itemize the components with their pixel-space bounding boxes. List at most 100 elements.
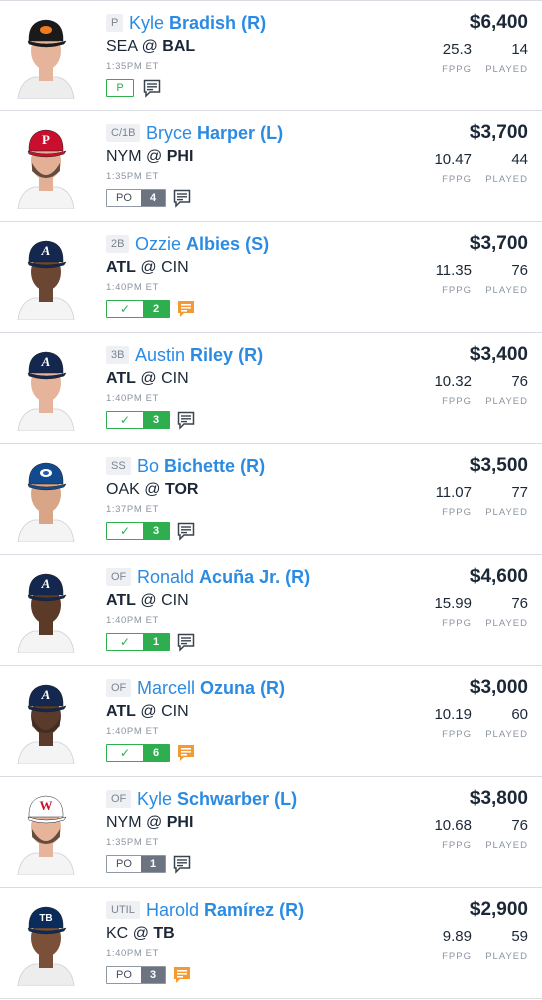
batting-order-label: PO <box>116 192 132 204</box>
player-notes-icon[interactable] <box>176 632 196 652</box>
fppg-label: FPPG <box>442 174 472 185</box>
last-name: Ramírez <box>204 900 275 920</box>
batting-order-badge[interactable]: PO 4 <box>106 189 166 207</box>
check-icon: ✓ <box>119 413 131 427</box>
player-name-link[interactable]: Marcell Ozuna (R) <box>137 677 285 699</box>
batting-order-number: 3 <box>141 967 165 983</box>
player-notes-icon[interactable] <box>176 743 196 763</box>
first-name: Ozzie <box>135 234 182 254</box>
position-tag: OF <box>106 790 132 808</box>
games-played-value: 60 <box>511 706 528 723</box>
confirmed-lineup-badge[interactable]: ✓ 3 <box>106 522 170 540</box>
game-time: 1:37PM ET <box>106 504 159 515</box>
player-name-link[interactable]: Austin Riley (R) <box>135 344 263 366</box>
player-name-link[interactable]: Ozzie Albies (S) <box>135 233 269 255</box>
player-row[interactable]: A 3B Austin Riley (R) ATL @ CIN 1:40PM ET ✓ 3 $… <box>0 333 542 444</box>
at-symbol: @ <box>132 925 149 942</box>
player-row[interactable]: TB UTIL Harold Ramírez (R) KC @ TB 1:40PM ET… <box>0 888 542 999</box>
confirmed-lineup-badge[interactable]: ✓ 3 <box>106 411 170 429</box>
at-symbol: @ <box>140 370 157 387</box>
player-headshot[interactable]: A <box>14 565 78 653</box>
game-time: 1:40PM ET <box>106 393 159 404</box>
played-label: PLAYED <box>485 951 528 962</box>
played-label: PLAYED <box>485 729 528 740</box>
game-time: 1:35PM ET <box>106 61 159 72</box>
salary: $2,900 <box>469 899 528 920</box>
fppg-value: 10.19 <box>434 706 472 723</box>
player-row[interactable]: A 2B Ozzie Albies (S) ATL @ CIN 1:40PM ET ✓ 2 $… <box>0 222 542 333</box>
batting-order-number: 3 <box>143 412 169 428</box>
player-notes-icon[interactable] <box>172 965 192 985</box>
player-row[interactable]: P C/1B Bryce Harper (L) NYM @ PHI 1:35PM ET P… <box>0 111 542 222</box>
player-headshot[interactable]: W <box>14 787 78 875</box>
game-time: 1:35PM ET <box>106 837 159 848</box>
played-label: PLAYED <box>485 285 528 296</box>
matchup: KC @ TB <box>106 925 175 943</box>
player-name-link[interactable]: Ronald Acuña Jr. (R) <box>137 566 310 588</box>
position-tag: P <box>106 14 124 32</box>
at-symbol: @ <box>140 592 157 609</box>
batting-order-badge[interactable]: PO 1 <box>106 855 166 873</box>
player-notes-icon[interactable] <box>176 410 196 430</box>
at-symbol: @ <box>144 481 161 498</box>
player-headshot[interactable]: P <box>14 121 78 209</box>
player-notes-icon[interactable] <box>176 299 196 319</box>
last-name: Acuña Jr. <box>199 567 281 587</box>
svg-text:P: P <box>42 132 50 147</box>
fppg-value: 11.07 <box>435 484 472 501</box>
batting-order-number: 6 <box>143 745 169 761</box>
player-row[interactable]: W OF Kyle Schwarber (L) NYM @ PHI 1:35PM ET P… <box>0 777 542 888</box>
matchup: NYM @ PHI <box>106 148 193 166</box>
salary: $3,000 <box>469 677 528 698</box>
game-time: 1:40PM ET <box>106 726 159 737</box>
confirmed-lineup-badge[interactable]: ✓ 6 <box>106 744 170 762</box>
away-team: NYM <box>106 814 142 831</box>
confirmed-lineup-badge[interactable]: ✓ 1 <box>106 633 170 651</box>
player-notes-icon[interactable] <box>176 521 196 541</box>
player-name-link[interactable]: Kyle Bradish (R) <box>129 12 266 34</box>
salary: $3,800 <box>469 788 528 809</box>
first-name: Kyle <box>129 13 165 33</box>
player-headshot[interactable] <box>14 454 78 542</box>
batting-hand: (L) <box>260 123 284 143</box>
player-headshot[interactable]: A <box>14 676 78 764</box>
player-notes-icon[interactable] <box>172 854 192 874</box>
svg-text:A: A <box>41 576 51 591</box>
player-name-link[interactable]: Bryce Harper (L) <box>146 122 283 144</box>
player-headshot[interactable]: TB <box>14 898 78 986</box>
player-headshot[interactable]: A <box>14 232 78 320</box>
player-row[interactable]: A OF Marcell Ozuna (R) ATL @ CIN 1:40PM ET ✓ 6… <box>0 666 542 777</box>
probable-pitcher-badge[interactable]: P <box>106 79 134 97</box>
games-played-value: 59 <box>511 928 528 945</box>
player-row[interactable]: P Kyle Bradish (R) SEA @ BAL 1:35PM ET P $6,4… <box>0 0 542 111</box>
games-played-value: 76 <box>511 817 528 834</box>
fppg-value: 15.99 <box>434 595 472 612</box>
home-team: BAL <box>162 38 196 55</box>
game-time: 1:40PM ET <box>106 948 159 959</box>
first-name: Bo <box>137 456 160 476</box>
games-played-value: 77 <box>511 484 528 501</box>
fppg-value: 10.68 <box>434 817 472 834</box>
position-tag: SS <box>106 457 131 475</box>
confirmed-lineup-badge[interactable]: ✓ 2 <box>106 300 170 318</box>
games-played-value: 44 <box>511 151 528 168</box>
player-name-link[interactable]: Bo Bichette (R) <box>137 455 265 477</box>
home-team: CIN <box>161 259 189 276</box>
salary: $3,400 <box>469 344 528 365</box>
player-headshot[interactable] <box>14 11 78 99</box>
player-row[interactable]: A OF Ronald Acuña Jr. (R) ATL @ CIN 1:40PM E… <box>0 555 542 666</box>
player-name-link[interactable]: Harold Ramírez (R) <box>146 899 304 921</box>
player-row[interactable]: SS Bo Bichette (R) OAK @ TOR 1:37PM ET ✓ 3 $3,… <box>0 444 542 555</box>
fppg-label: FPPG <box>442 840 472 851</box>
matchup: ATL @ CIN <box>106 259 189 277</box>
fppg-value: 11.35 <box>435 262 472 279</box>
player-notes-icon[interactable] <box>142 78 162 98</box>
player-name-link[interactable]: Kyle Schwarber (L) <box>137 788 297 810</box>
fppg-label: FPPG <box>442 618 472 629</box>
player-notes-icon[interactable] <box>172 188 192 208</box>
player-headshot[interactable]: A <box>14 343 78 431</box>
batting-order-number: 1 <box>141 856 165 872</box>
batting-order-badge[interactable]: PO 3 <box>106 966 166 984</box>
fppg-value: 10.47 <box>434 151 472 168</box>
fppg-value: 9.89 <box>442 928 472 945</box>
